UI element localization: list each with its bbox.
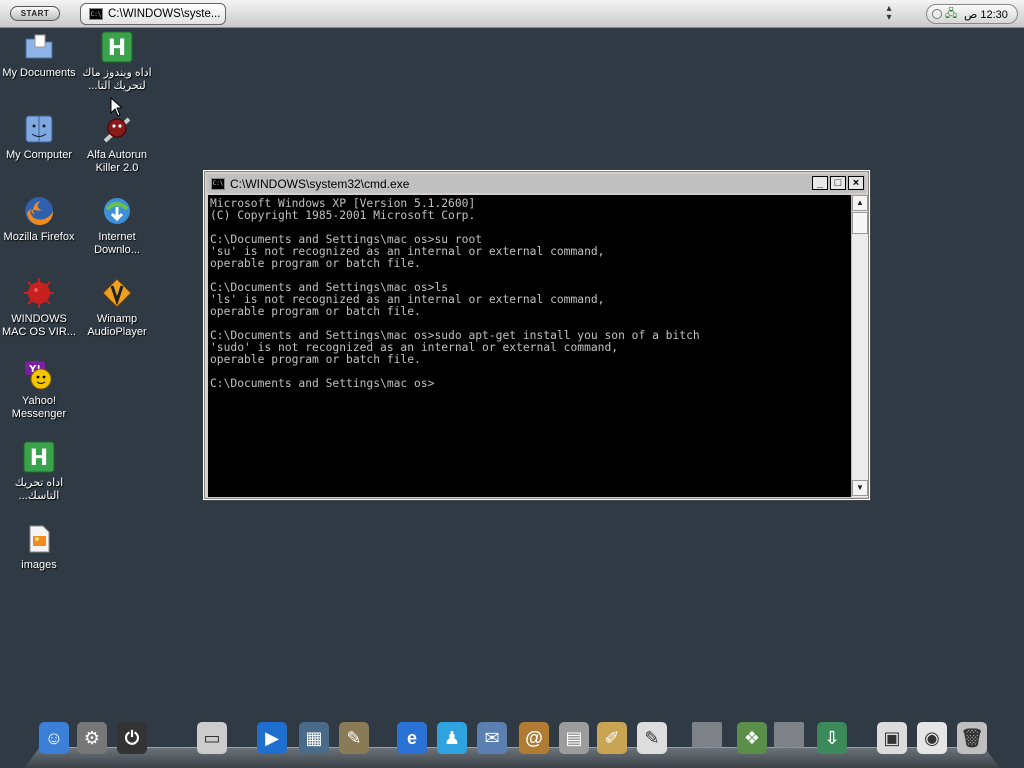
desktop-icon-yahoo-messenger[interactable]: Y! Yahoo! Messenger [0,358,78,421]
dock-item-textedit[interactable]: ✐ [594,718,630,758]
svg-text:H: H [30,446,48,471]
desktop-icon-mac-os-virus[interactable]: WINDOWS MAC OS VIR... [0,276,78,339]
close-button[interactable]: × [848,176,864,190]
top-taskbar: START C:\ C:\WINDOWS\syste... ▴ ▾ 🖧 12:30… [0,0,1024,28]
cmd-icon: C:\ [89,8,103,20]
tray-circle-icon[interactable] [932,9,942,19]
dock-separator [774,722,804,748]
console-line: operable program or batch file. [210,305,421,318]
clock[interactable]: 12:30 ص [964,8,1008,21]
firefox-icon [22,194,56,228]
winamp-icon [100,276,134,310]
download-icon: ⇩ [817,722,847,754]
calculator-icon: ▤ [559,722,589,754]
desktop-icon-my-documents[interactable]: My Documents [0,30,78,80]
media-player-icon: ▶ [257,722,287,754]
desktop-icon-firefox[interactable]: Mozilla Firefox [0,194,78,244]
yahoo-messenger-icon: Y! [22,358,56,392]
window-title: C:\WINDOWS\system32\cmd.exe [230,176,410,191]
dock-item-drive[interactable]: ▭ [194,718,230,758]
vertical-scrollbar[interactable]: ▲ ▼ [851,195,868,497]
window-controls: _ □ × [812,176,864,190]
dock-item-calculator[interactable]: ▤ [556,718,592,758]
dock-item-notepad[interactable]: ✎ [634,718,670,758]
autorun-killer-icon [100,112,134,146]
dock-item-internet-explorer[interactable]: e [394,718,430,758]
desktop-icon-my-computer[interactable]: My Computer [0,112,78,162]
taskbar-item-label: C:\WINDOWS\syste... [108,8,221,20]
tray-expand-icon[interactable]: ▴ ▾ [883,4,895,23]
mail-icon: ✉ [477,722,507,754]
dock-item-trash[interactable]: 🗑 [954,718,990,758]
dock-item-network[interactable]: ❖ [734,718,770,758]
image-file-icon [22,522,56,556]
taskbar-item-cmd[interactable]: C:\ C:\WINDOWS\syste... [80,3,226,25]
console-line: C:\Documents and Settings\mac os> [210,377,435,390]
console-line: operable program or batch file. [210,353,421,366]
scroll-up-icon[interactable]: ▲ [852,195,868,211]
scroll-thumb[interactable] [852,212,868,234]
dock-shelf [24,746,1000,768]
h-app-icon: H [22,440,56,474]
cmd-title-bar[interactable]: C:\ C:\WINDOWS\system32\cmd.exe _ □ × [207,174,866,193]
screen-firefox-icon: ◉ [917,722,947,754]
dock-item-address-book[interactable]: @ [516,718,552,758]
desktop-icon-images[interactable]: images [0,522,78,572]
tray-network-icon[interactable]: 🖧 [945,8,957,20]
dock-item-film[interactable]: ▦ [296,718,332,758]
drive-icon: ▭ [197,722,227,754]
dock-item-tools[interactable]: ✎ [336,718,372,758]
system-preferences-icon: ⚙ [77,722,107,754]
finder-icon: ☺ [39,722,69,754]
minimize-button[interactable]: _ [812,176,828,190]
network-icon: ❖ [737,722,767,754]
tools-icon: ✎ [339,722,369,754]
maximize-button[interactable]: □ [830,176,846,190]
dock-item-power[interactable]: ⏻ [114,718,150,758]
dock-separator [692,722,722,748]
virus-icon [22,276,56,310]
dock-item-download[interactable]: ⇩ [814,718,850,758]
console-line: (C) Copyright 1985-2001 Microsoft Corp. [210,209,476,222]
dock-item-mail[interactable]: ✉ [474,718,510,758]
desktop-icon-internet-download-manager[interactable]: Internet Downlo... [78,194,156,257]
textedit-icon: ✐ [597,722,627,754]
dock-item-window[interactable]: ▣ [874,718,910,758]
console-line: operable program or batch file. [210,257,421,270]
folder-icon [22,30,56,64]
film-icon: ▦ [299,722,329,754]
messenger-icon: ♟ [437,722,467,754]
console-output[interactable]: Microsoft Windows XP [Version 5.1.2600](… [208,195,851,497]
dock-item-media-player[interactable]: ▶ [254,718,290,758]
power-icon: ⏻ [117,722,147,754]
desktop-icon-task-tool[interactable]: H اداه تحريك التاسك... [0,440,78,503]
h-app-icon: H [100,30,134,64]
desktop-icon-alfa-autorun[interactable]: Alfa Autorun Killer 2.0 [78,112,156,175]
trash-icon: 🗑 [957,722,987,754]
dock-item-system-preferences[interactable]: ⚙ [74,718,110,758]
finder-icon [22,112,56,146]
cmd-window: C:\ C:\WINDOWS\system32\cmd.exe _ □ × Mi… [203,170,870,500]
internet-download-manager-icon [100,194,134,228]
mouse-cursor-icon [110,97,122,117]
window-icon: ▣ [877,722,907,754]
dock-item-finder[interactable]: ☺ [36,718,72,758]
desktop-icon-mac-tool[interactable]: H اداه ويندوز ماك لتحريك التا... [78,30,156,93]
system-tray: 🖧 12:30 ص [926,4,1018,24]
dock-item-messenger[interactable]: ♟ [434,718,470,758]
address-book-icon: @ [519,722,549,754]
start-button[interactable]: START [10,6,60,21]
cmd-icon: C:\ [211,177,225,190]
svg-text:H: H [108,36,126,61]
internet-explorer-icon: e [397,722,427,754]
notepad-icon: ✎ [637,722,667,754]
dock-item-screen-firefox[interactable]: ◉ [914,718,950,758]
desktop-icon-winamp[interactable]: Winamp AudioPlayer [78,276,156,339]
scroll-down-icon[interactable]: ▼ [852,480,868,496]
